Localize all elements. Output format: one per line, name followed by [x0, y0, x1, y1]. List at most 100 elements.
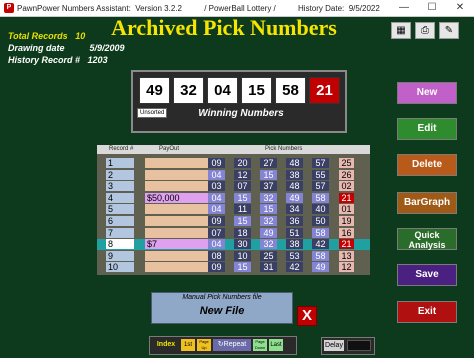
edit-button[interactable]: Edit	[397, 118, 457, 140]
total-records-value: 10	[75, 31, 86, 41]
pick-number: 48	[286, 181, 303, 192]
bargraph-button[interactable]: BarGraph	[397, 192, 457, 214]
pick-number: 57	[312, 181, 329, 192]
window-controls: — ☐ ✕	[390, 0, 474, 16]
pick-number: 37	[260, 181, 277, 192]
delete-button[interactable]: Delete	[397, 154, 457, 176]
page-down-button[interactable]: Page Down	[253, 339, 267, 351]
pick-number: 49	[286, 192, 303, 203]
pick-number: 38	[286, 239, 303, 250]
winning-ball: 15	[241, 77, 272, 104]
pick-number: 04	[208, 239, 225, 250]
repeat-label: Repeat	[223, 341, 247, 348]
table-row[interactable]: 1 09 20 27 48 57 25	[97, 158, 370, 169]
winning-ball: 58	[275, 77, 306, 104]
pick-number: 57	[312, 158, 329, 168]
first-button[interactable]: 1st	[181, 339, 195, 351]
table-row[interactable]: 8 $7 04 30 32 38 42 21	[97, 239, 370, 251]
pick-number: 12	[234, 169, 251, 180]
drawing-date-value: 5/9/2009	[89, 43, 125, 53]
maximize-button[interactable]: ☐	[418, 0, 446, 16]
app-icon: P	[4, 3, 14, 13]
last-button[interactable]: Last	[269, 339, 283, 351]
pick-number: 15	[234, 192, 251, 203]
table-row[interactable]: 10 09 15 31 42 49 12	[97, 262, 370, 273]
pick-number: 07	[234, 181, 251, 192]
pick-number: 53	[286, 250, 303, 261]
save-button[interactable]: Save	[397, 264, 457, 286]
record-number: 2	[106, 169, 134, 180]
pick-number: 32	[260, 192, 277, 203]
pick-number: 27	[260, 158, 277, 168]
pick-number: 04	[208, 192, 225, 203]
table-row[interactable]: 6 09 15 32 36 50 19	[97, 216, 370, 227]
table-row[interactable]: 9 08 10 25 53 58 13	[97, 250, 370, 262]
pick-number: 08	[208, 250, 225, 261]
new-button[interactable]: New	[397, 82, 457, 104]
minimize-button[interactable]: —	[390, 0, 418, 16]
pick-number: 58	[312, 250, 329, 261]
history-record-line: History Record # 1203	[8, 54, 125, 66]
main-panel: Total Records 10 Drawing date 5/9/2009 H…	[0, 15, 474, 358]
camera-icon[interactable]: ▦	[391, 22, 411, 39]
pick-number: 34	[286, 204, 303, 215]
close-file-button[interactable]: X	[297, 306, 317, 326]
table-row[interactable]: 7 07 18 49 51 58 16	[97, 227, 370, 239]
winning-ball: 49	[139, 77, 170, 104]
powerball-number: 21	[339, 239, 354, 250]
record-column-header: Record #	[109, 146, 134, 152]
manual-pick-file-box[interactable]: Manual Pick Numbers file New File	[151, 292, 293, 324]
pick-number: 20	[234, 158, 251, 168]
pick-number: 49	[312, 262, 329, 273]
pick-number: 18	[234, 227, 251, 238]
table-row[interactable]: 2 04 12 15 38 55 26	[97, 169, 370, 181]
pick-number: 40	[312, 204, 329, 215]
drawing-date-label: Drawing date	[8, 43, 65, 53]
pick-number: 25	[260, 250, 277, 261]
close-window-button[interactable]: ✕	[446, 0, 474, 16]
pick-numbers-column-header: Pick Numbers	[265, 146, 303, 152]
delay-input[interactable]	[347, 340, 371, 351]
winning-ball: 04	[207, 77, 238, 104]
repeat-button[interactable]: ↻Repeat	[213, 339, 251, 351]
table-row[interactable]: 4 $50,000 04 15 32 49 58 21	[97, 192, 370, 204]
page-up-button[interactable]: Page Up	[197, 339, 211, 351]
record-number: 7	[106, 227, 134, 238]
pick-number: 09	[208, 216, 225, 226]
grid-header: Record # PayOut Pick Numbers	[97, 145, 370, 154]
print-icon[interactable]: ⎙	[415, 22, 435, 39]
winning-ball: 32	[173, 77, 204, 104]
toolbar-icons: ▦ ⎙ ✎	[391, 22, 459, 39]
record-number: 10	[106, 262, 134, 273]
record-number: 4	[106, 192, 134, 203]
history-record-label: History Record #	[8, 55, 81, 65]
total-records-label: Total Records	[8, 31, 68, 41]
table-row[interactable]: 5 04 11 15 34 40 01	[97, 204, 370, 215]
powerball-number: 12	[339, 262, 354, 273]
exit-button[interactable]: Exit	[397, 301, 457, 323]
pick-number: 30	[234, 239, 251, 250]
powerball-number: 13	[339, 250, 354, 261]
powerball-number: 16	[339, 227, 354, 238]
winning-numbers-panel: 49 32 04 15 58 21 Unsorted Winning Numbe…	[131, 70, 347, 133]
record-number: 8	[106, 239, 134, 250]
pick-number: 50	[312, 216, 329, 226]
history-record-value: 1203	[87, 55, 108, 65]
notes-icon[interactable]: ✎	[439, 22, 459, 39]
pick-number: 09	[208, 262, 225, 273]
powerball-ball: 21	[309, 77, 340, 104]
record-number: 9	[106, 250, 134, 261]
pick-number: 38	[286, 169, 303, 180]
pick-number: 36	[286, 216, 303, 226]
delay-control: Delay	[321, 337, 375, 355]
table-row[interactable]: 3 03 07 37 48 57 02	[97, 181, 370, 192]
pick-number: 49	[260, 227, 277, 238]
quick-analysis-button[interactable]: Quick Analysis	[397, 228, 457, 250]
delay-label: Delay	[324, 340, 344, 351]
unsorted-button[interactable]: Unsorted	[137, 108, 168, 118]
drawing-date-line: Drawing date 5/9/2009	[8, 42, 125, 54]
pick-number: 15	[260, 169, 277, 180]
navigation-bar: Index 1st Page Up ↻Repeat Page Down Last	[149, 336, 297, 355]
payout-column-header: PayOut	[159, 146, 180, 152]
page-title: Archived Pick Numbers	[111, 15, 337, 40]
